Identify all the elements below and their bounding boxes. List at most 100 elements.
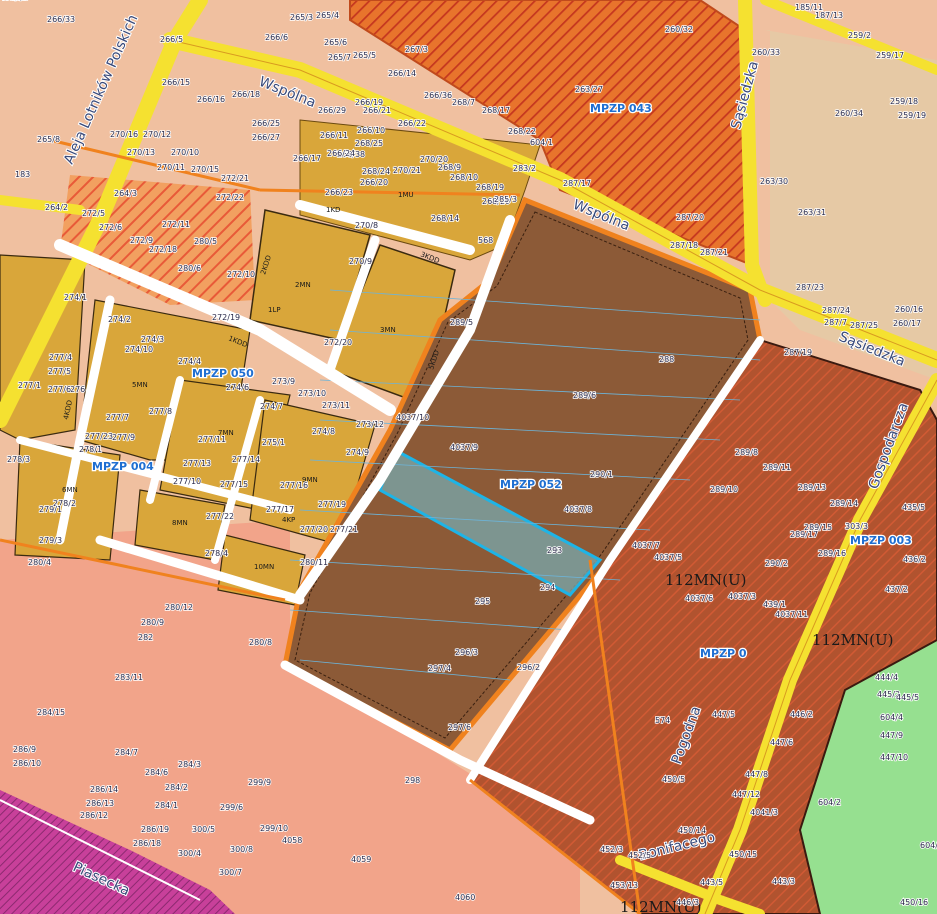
parcel-number: 436/2 (903, 555, 926, 564)
parcel-number: 450/14 (678, 826, 706, 835)
parcel-number: 447/12 (732, 790, 760, 799)
parcel-number: 187/13 (815, 11, 843, 20)
parcel-number: 259/2 (848, 31, 871, 40)
parcel-number: 287/25 (850, 321, 878, 330)
parcel-number: 270/8 (355, 221, 378, 230)
parcel-number: 446/3 (676, 898, 699, 907)
parcel-number: 280/6 (178, 264, 201, 273)
plan-label-mpzp-043: MPZP 043 (590, 102, 652, 115)
parcel-number: 277/11 (198, 435, 226, 444)
parcel-number: 266/36 (424, 91, 452, 100)
parcel-number: 443/3 (772, 877, 795, 886)
parcel-number: 277/10 (173, 477, 201, 486)
parcel-number: 264/3 (114, 189, 137, 198)
parcel-number: 277/17 (266, 505, 294, 514)
zone-label: 1LP (268, 306, 281, 314)
parcel-number: 280/12 (165, 603, 193, 612)
parcel-number: 279/3 (39, 536, 62, 545)
plan-label-mpzp-050: MPZP 050 (192, 367, 254, 380)
parcel-number: 289/10 (710, 485, 738, 494)
parcel-number: 4058 (282, 836, 302, 845)
parcel-number: 300/5 (192, 825, 215, 834)
parcel-number: 296/2 (517, 663, 540, 672)
parcel-number: 277/16 (280, 481, 308, 490)
parcel-number: 278/1 (79, 445, 102, 454)
parcel-number: 4037/3 (728, 592, 756, 601)
zone-label: 4KP (282, 516, 295, 524)
parcel-number: 275/1 (262, 438, 285, 447)
parcel-number: 278/3 (7, 455, 30, 464)
parcel-number: 272/22 (216, 193, 244, 202)
parcel-number: 273/11 (322, 401, 350, 410)
parcel-number: 280/9 (141, 618, 164, 627)
parcel-number: 274/1 (64, 293, 87, 302)
parcel-number: 284/2 (165, 783, 188, 792)
parcel-number: 282 (138, 633, 153, 642)
parcel-number: 283/2 (513, 164, 536, 173)
parcel-number: 289/14 (830, 499, 858, 508)
parcel-number: 266/17 (293, 154, 321, 163)
parcel-number: 453/13 (610, 881, 638, 890)
parcel-number: 4037/6 (685, 594, 713, 603)
parcel-number: 277/13 (183, 459, 211, 468)
parcel-number: 266/24 (327, 149, 355, 158)
parcel-number: 289/8 (735, 448, 758, 457)
parcel-number: 284/15 (37, 708, 65, 717)
parcel-number: 263/27 (575, 85, 603, 94)
parcel-number: 435/5 (902, 503, 925, 512)
big-zone-label: 112MN(U) (665, 571, 746, 589)
parcel-number: 293 (547, 546, 562, 555)
parcel-number: 450/16 (900, 898, 928, 907)
parcel-number: 297/6 (448, 723, 471, 732)
parcel-number: 270/16 (110, 130, 138, 139)
parcel-number: 447/6 (770, 738, 793, 747)
parcel-number: 277/6 (48, 385, 71, 394)
parcel-number: 272/9 (130, 236, 153, 245)
parcel-number: 450/15 (729, 850, 757, 859)
parcel-number: 266/10 (357, 126, 385, 135)
plan-label-mpzp-0: MPZP 0 (700, 647, 747, 660)
parcel-number: 4037/5 (654, 553, 682, 562)
zone-label: 10MN (254, 563, 274, 571)
planning-map[interactable]: MPZP 043 MPZP 050 MPZP 004 MPZP 052 MPZP… (0, 0, 937, 914)
parcel-number: 277/14 (232, 455, 260, 464)
parcel-number: 4041/2 (0, 0, 28, 2)
parcel-number: 286/13 (86, 799, 114, 808)
parcel-number: 268/7 (452, 98, 475, 107)
parcel-number: 4037/9 (450, 443, 478, 452)
parcel-number: 277/20 (300, 525, 328, 534)
parcel-number: 437/2 (885, 585, 908, 594)
parcel-number: 263/31 (798, 208, 826, 217)
parcel-number: 272/19 (212, 313, 240, 322)
parcel-number: 266/16 (197, 95, 225, 104)
parcel-number: 272/10 (227, 270, 255, 279)
zone-label: 5MN (132, 381, 148, 389)
parcel-number: 287/19 (784, 348, 812, 357)
parcel-number: 4037/7 (632, 541, 660, 550)
parcel-number: 277/21 (330, 525, 358, 534)
parcel-number: 280/4 (28, 558, 51, 567)
parcel-number: 265/8 (37, 135, 60, 144)
parcel-number: 439/1 (763, 600, 786, 609)
parcel-number: 272/20 (324, 338, 352, 347)
parcel-number: 574 (655, 716, 670, 725)
map-canvas[interactable]: MPZP 043 MPZP 050 MPZP 004 MPZP 052 MPZP… (0, 0, 937, 914)
parcel-number: 266/14 (388, 69, 416, 78)
parcel-number: 266/23 (325, 188, 353, 197)
parcel-number: 270/11 (157, 163, 185, 172)
parcel-number: 286/12 (80, 811, 108, 820)
parcel-number: 268/10 (450, 173, 478, 182)
parcel-number: 280/11 (300, 558, 328, 567)
parcel-number: 272/5 (82, 209, 105, 218)
parcel-number: 266/5 (160, 35, 183, 44)
parcel-number: 300/7 (219, 868, 242, 877)
parcel-number: 286/19 (141, 825, 169, 834)
parcel-number: 287/20 (676, 213, 704, 222)
parcel-number: 452/5 (628, 851, 651, 860)
parcel-number: 284/3 (178, 760, 201, 769)
parcel-number: 266/22 (398, 119, 426, 128)
parcel-number: 273/12 (356, 420, 384, 429)
parcel-number: 270/9 (349, 257, 372, 266)
parcel-number: 286/14 (90, 785, 118, 794)
plan-label-mpzp-003: MPZP 003 (850, 534, 912, 547)
